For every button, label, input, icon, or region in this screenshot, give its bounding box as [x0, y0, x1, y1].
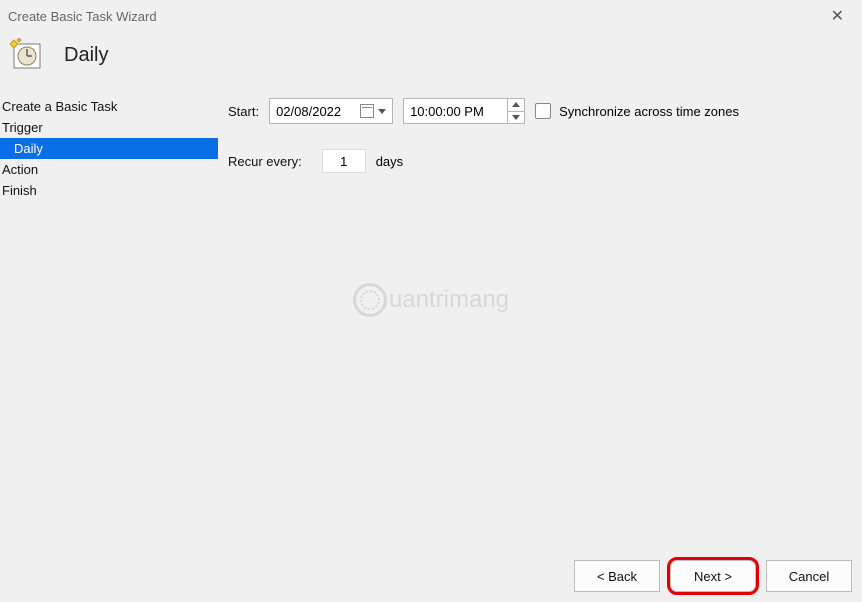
wizard-steps: Create a Basic Task Trigger Daily Action…	[0, 96, 218, 526]
arrow-up-icon	[512, 102, 520, 107]
step-finish[interactable]: Finish	[0, 180, 218, 201]
cancel-button[interactable]: Cancel	[766, 560, 852, 592]
step-create-basic-task[interactable]: Create a Basic Task	[0, 96, 218, 117]
recur-interval-input[interactable]	[322, 149, 366, 173]
close-button[interactable]: ✕	[823, 6, 852, 26]
page-title: Daily	[64, 44, 108, 67]
time-spinner-up[interactable]	[508, 99, 524, 112]
start-time-value: 10:00:00 PM	[410, 104, 484, 119]
step-trigger[interactable]: Trigger	[0, 117, 218, 138]
step-daily[interactable]: Daily	[0, 138, 218, 159]
start-date-value: 02/08/2022	[276, 104, 341, 119]
window-title: Create Basic Task Wizard	[8, 9, 157, 24]
back-button[interactable]: < Back	[574, 560, 660, 592]
recur-label: Recur every:	[228, 154, 302, 169]
recur-unit-label: days	[376, 154, 403, 169]
wizard-icon	[10, 38, 44, 72]
next-button[interactable]: Next >	[670, 560, 756, 592]
start-date-picker[interactable]: 02/08/2022	[269, 98, 393, 124]
chevron-down-icon	[378, 109, 386, 114]
sync-timezones-checkbox[interactable]	[535, 103, 551, 119]
start-label: Start:	[228, 104, 259, 119]
start-time-picker[interactable]: 10:00:00 PM	[403, 98, 525, 124]
arrow-down-icon	[512, 115, 520, 120]
step-action[interactable]: Action	[0, 159, 218, 180]
time-spinner-down[interactable]	[508, 112, 524, 124]
sync-timezones-label: Synchronize across time zones	[559, 104, 739, 119]
calendar-icon	[360, 104, 374, 118]
